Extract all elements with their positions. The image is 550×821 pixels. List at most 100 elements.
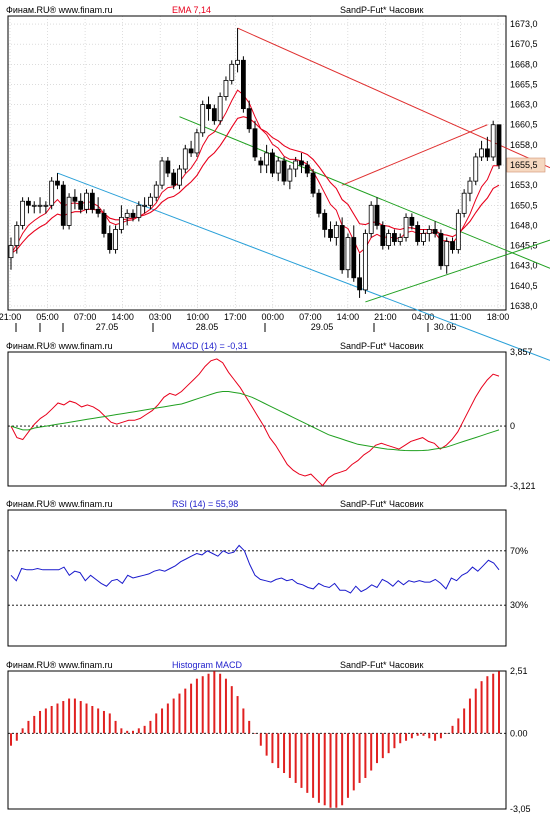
candle-up xyxy=(136,204,142,218)
trendline-red xyxy=(237,27,550,169)
y-tick-label: -3,05 xyxy=(510,804,531,814)
candle-up xyxy=(264,152,270,166)
candle-up xyxy=(275,160,281,174)
candle-up xyxy=(194,132,200,154)
histogram-bar xyxy=(213,671,216,734)
candle-down xyxy=(78,200,84,210)
candle-down xyxy=(55,180,60,186)
candle-up xyxy=(467,180,473,194)
rsi-line xyxy=(10,544,500,594)
y-tick-label: 1648,0 xyxy=(510,220,538,230)
candle-up xyxy=(8,245,14,259)
histogram-bar xyxy=(137,728,140,734)
histogram-bar xyxy=(219,673,222,734)
histogram-bar xyxy=(126,730,129,734)
histogram-bar xyxy=(195,678,198,734)
candle-up xyxy=(200,104,206,134)
histogram-bar xyxy=(376,733,378,764)
candle-down xyxy=(270,152,275,174)
candle-up xyxy=(66,196,72,226)
histogram-bar xyxy=(50,705,53,734)
candle-down xyxy=(211,108,217,122)
candle-down xyxy=(322,212,328,230)
histogram-bar xyxy=(248,720,251,734)
histogram-bar xyxy=(399,733,402,744)
macd-panel: Финам.RU® www.finam.ru MACD (14) = -0,31… xyxy=(0,340,550,491)
histogram-bar xyxy=(428,733,431,739)
histogram-chart: 2,51 0.00 -3,05 xyxy=(7,666,531,814)
candle-down xyxy=(392,233,397,242)
histogram-bar xyxy=(68,698,71,734)
histogram-bar xyxy=(143,725,146,734)
candle-down xyxy=(339,225,345,271)
histogram-bar xyxy=(62,701,65,734)
y-tick-label: 1665,5 xyxy=(510,79,538,89)
candle-up xyxy=(84,192,89,210)
candle-up xyxy=(43,204,49,207)
y-tick-label: 0 xyxy=(510,421,515,431)
histogram-bar xyxy=(120,728,123,734)
histogram-bar xyxy=(201,676,204,734)
histogram-bar xyxy=(56,703,59,734)
histogram-bar xyxy=(486,676,489,734)
x-time-label: 10:00 xyxy=(186,312,209,322)
x-time-label: 07:00 xyxy=(299,312,322,322)
y-tick-label: -3,121 xyxy=(510,481,536,491)
candle-up xyxy=(177,168,182,186)
histogram-bar xyxy=(381,733,384,759)
candle-down xyxy=(171,172,177,186)
candle-down xyxy=(438,233,444,267)
histogram-bar xyxy=(422,733,425,736)
histogram-bar xyxy=(271,733,274,764)
y-tick-label: 1650,5 xyxy=(510,200,538,210)
histogram-bar xyxy=(283,733,286,774)
histogram-bar xyxy=(457,718,460,734)
candle-down xyxy=(316,192,322,214)
histogram-bar xyxy=(242,708,245,734)
y-tick-label: 1660,5 xyxy=(510,120,538,130)
candle-up xyxy=(14,225,20,246)
candle-up xyxy=(293,160,299,170)
y-tick-label: 70% xyxy=(510,546,528,556)
histogram-bar xyxy=(73,698,76,734)
candle-up xyxy=(182,148,188,170)
candle-up xyxy=(386,233,392,246)
histogram-bar xyxy=(166,703,169,734)
histogram-bar xyxy=(346,733,349,798)
candle-up xyxy=(113,229,118,250)
histogram-bar xyxy=(434,733,437,741)
candle-up xyxy=(142,204,148,207)
histogram-bar xyxy=(451,725,454,734)
histogram-bar xyxy=(480,681,483,734)
candle-down xyxy=(165,160,171,174)
candle-down xyxy=(72,196,78,202)
rsi-chart: 70% 30% xyxy=(7,509,528,647)
candle-down xyxy=(310,172,316,194)
histogram-bar xyxy=(288,733,291,778)
candle-up xyxy=(473,156,479,182)
y-tick-label: 1643,0 xyxy=(510,261,538,271)
current-price-label: 1655,5 xyxy=(510,160,538,170)
y-tick-label: 1653,0 xyxy=(510,180,538,190)
histogram-bar xyxy=(387,733,390,754)
candle-up xyxy=(148,196,153,206)
histogram-bar xyxy=(85,703,88,734)
candle-down xyxy=(304,164,310,174)
x-time-label: 17:00 xyxy=(224,312,247,322)
x-time-label: 05:00 xyxy=(36,312,59,322)
candle-down xyxy=(299,160,304,166)
candle-up xyxy=(397,237,403,242)
macd-line xyxy=(10,358,500,487)
candle-up xyxy=(124,212,130,218)
x-time-label: 18:00 xyxy=(487,312,510,322)
histogram-bar xyxy=(416,733,419,736)
macd-chart: 3,857 0 -3,121 xyxy=(7,347,536,491)
x-date-label: 28.05 xyxy=(196,322,219,332)
candle-down xyxy=(89,192,95,210)
y-tick-label: 0.00 xyxy=(510,728,528,738)
histogram-bar xyxy=(39,710,42,734)
trendline-blue xyxy=(57,172,550,361)
candle-down xyxy=(60,184,66,226)
candle-down xyxy=(432,229,438,234)
x-time-label: 00:00 xyxy=(262,312,285,322)
